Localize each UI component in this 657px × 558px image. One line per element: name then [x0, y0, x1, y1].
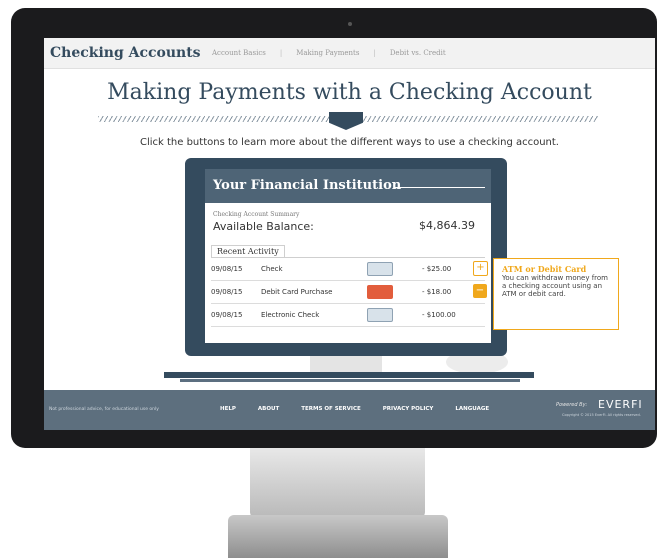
nav-link-account-basics[interactable]: Account Basics	[212, 49, 266, 57]
available-balance-value: $4,864.39	[419, 219, 475, 232]
footer-link-about[interactable]: ABOUT	[258, 406, 279, 412]
row-description: Electronic Check	[261, 311, 320, 319]
footer-link-privacy[interactable]: PRIVACY POLICY	[383, 406, 434, 412]
row-date: 09/08/15	[211, 288, 243, 296]
available-balance-label: Available Balance:	[213, 220, 314, 233]
powered-by-label: Powered By:	[556, 402, 588, 408]
row-amount: - $18.00	[422, 288, 452, 296]
divider	[395, 187, 485, 188]
instruction-text: Click the buttons to learn more about th…	[139, 137, 559, 148]
activity-row-debit-card: 09/08/15 Debit Card Purchase - $18.00 −	[211, 281, 487, 304]
nav-links: Account Basics | Making Payments | Debit…	[212, 49, 460, 57]
footer: Not professional advice, for educational…	[44, 390, 655, 430]
tooltip-body: You can withdraw money from a checking a…	[502, 274, 609, 298]
tooltip-title: ATM or Debit Card	[502, 264, 587, 274]
footer-link-language[interactable]: LANGUAGE	[455, 406, 489, 412]
illustration-desk	[164, 372, 534, 378]
expand-plus-button[interactable]: +	[473, 261, 488, 276]
bank-panel-header: Your Financial Institution	[205, 169, 491, 203]
row-description: Check	[261, 265, 283, 273]
footer-links: HELP ABOUT TERMS OF SERVICE PRIVACY POLI…	[220, 406, 511, 412]
screen: Checking Accounts Account Basics | Makin…	[44, 38, 655, 430]
monitor-frame: Checking Accounts Account Basics | Makin…	[11, 8, 657, 448]
row-amount: - $25.00	[422, 265, 452, 273]
collapse-minus-button[interactable]: −	[473, 284, 487, 298]
title-marker	[329, 112, 363, 130]
summary-label: Checking Account Summary	[213, 211, 300, 218]
brand-title[interactable]: Checking Accounts	[50, 45, 201, 61]
camera-icon	[348, 22, 352, 26]
tab-recent-activity[interactable]: Recent Activity	[211, 245, 285, 257]
footer-disclaimer: Not professional advice, for educational…	[49, 407, 159, 412]
bank-panel-title: Your Financial Institution	[213, 178, 402, 193]
illustration-stand	[310, 356, 382, 372]
footer-link-help[interactable]: HELP	[220, 406, 236, 412]
nav-link-making-payments[interactable]: Making Payments	[296, 49, 359, 57]
monitor-stand-neck	[250, 448, 425, 518]
monitor-stand-base	[228, 515, 448, 558]
top-nav: Checking Accounts Account Basics | Makin…	[44, 38, 655, 69]
footer-link-terms[interactable]: TERMS OF SERVICE	[301, 406, 361, 412]
card-icon	[367, 285, 393, 299]
row-date: 09/08/15	[211, 265, 243, 273]
nav-separator: |	[279, 49, 283, 57]
bank-panel: Your Financial Institution Checking Acco…	[205, 169, 491, 343]
nav-link-debit-vs-credit[interactable]: Debit vs. Credit	[390, 49, 446, 57]
nav-separator: |	[373, 49, 376, 57]
info-tooltip: ATM or Debit Card You can withdraw money…	[493, 258, 619, 330]
everfi-logo[interactable]: EVERFI	[598, 398, 643, 411]
illustration-desk-shadow	[180, 379, 520, 382]
page-title: Making Payments with a Checking Account	[107, 80, 592, 105]
row-description: Debit Card Purchase	[261, 288, 333, 296]
electronic-check-icon	[367, 308, 393, 322]
check-icon	[367, 262, 393, 276]
activity-row-check: 09/08/15 Check - $25.00 +	[211, 258, 488, 281]
copyright-text: Copyright © 2015 EverFi. All rights rese…	[562, 413, 641, 417]
activity-row-electronic-check: 09/08/15 Electronic Check - $100.00	[211, 304, 485, 327]
row-date: 09/08/15	[211, 311, 243, 319]
row-amount: - $100.00	[422, 311, 456, 319]
